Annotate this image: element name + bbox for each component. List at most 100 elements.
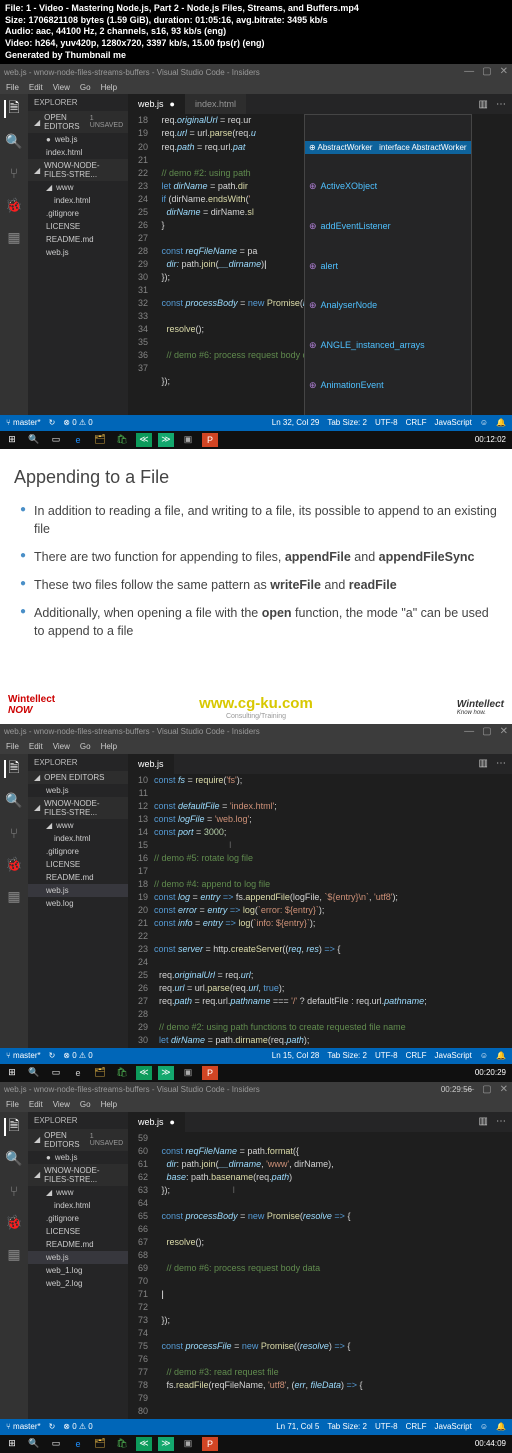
start-icon[interactable]: ⊞ — [4, 1066, 20, 1080]
search-icon[interactable]: 🔍 — [5, 792, 23, 810]
code-lines[interactable]: const fs = require('fs'); const defaultF… — [154, 774, 512, 1048]
status-enc[interactable]: UTF-8 — [375, 418, 398, 427]
menu-go[interactable]: Go — [80, 742, 91, 751]
sidebar-item-readme[interactable]: README.md — [28, 233, 128, 246]
edge-icon[interactable]: e — [70, 1437, 86, 1451]
code-editor[interactable]: 1819202122232425262728293031323334353637… — [128, 114, 512, 414]
menu-view[interactable]: View — [53, 83, 70, 92]
sidebar-item-webjs2[interactable]: web.js — [28, 884, 128, 897]
code-editor[interactable]: 5960616263646566676869707172737475767778… — [128, 1132, 512, 1419]
intellisense-popup[interactable]: ⊕ AbstractWorker interface AbstractWorke… — [304, 114, 472, 414]
taskview-icon[interactable]: ▭ — [48, 1066, 64, 1080]
status-errors[interactable]: ⊗ 0 ⚠ 0 — [63, 418, 92, 427]
vscode-taskbar-icon-2[interactable]: ≫ — [158, 1437, 174, 1451]
minimize-button[interactable]: — — [464, 66, 474, 77]
open-editors-section[interactable]: ◢ OPEN EDITORS 1 UNSAVED — [28, 1129, 128, 1151]
status-enc[interactable]: UTF-8 — [375, 1051, 398, 1060]
intellisense-item[interactable]: ⊕AnalyserNode — [305, 298, 471, 313]
status-ln[interactable]: Ln 71, Col 5 — [276, 1422, 319, 1431]
status-bell-icon[interactable]: 🔔 — [496, 1422, 506, 1431]
minimize-button[interactable]: — — [464, 726, 474, 737]
status-lang[interactable]: JavaScript — [435, 1051, 472, 1060]
sidebar-item-webjs2[interactable]: web.js — [28, 246, 128, 259]
start-icon[interactable]: ⊞ — [4, 1437, 20, 1451]
intellisense-item[interactable]: ⊕ANGLE_instanced_arrays — [305, 338, 471, 353]
project-section[interactable]: ◢ WNOW-NODE-FILES-STRE... — [28, 797, 128, 819]
intellisense-item[interactable]: ⊕AnimationEvent — [305, 378, 471, 393]
intellisense-item[interactable]: ⊕ActiveXObject — [305, 179, 471, 194]
terminal-icon[interactable]: ▣ — [180, 433, 196, 447]
vscode-taskbar-icon-2[interactable]: ≫ — [158, 433, 174, 447]
menu-edit[interactable]: Edit — [29, 742, 43, 751]
maximize-button[interactable]: ▢ — [482, 1084, 491, 1095]
vscode-taskbar-icon[interactable]: ≪ — [136, 433, 152, 447]
sidebar-item-license[interactable]: LICENSE — [28, 858, 128, 871]
status-tab[interactable]: Tab Size: 2 — [327, 1422, 367, 1431]
intellisense-item[interactable]: ⊕alert — [305, 259, 471, 274]
sidebar-item-indexhtml2[interactable]: index.html — [28, 194, 128, 207]
status-crlf[interactable]: CRLF — [406, 1422, 427, 1431]
sidebar-item-indexhtml[interactable]: index.html — [28, 832, 128, 845]
project-section[interactable]: ◢ WNOW-NODE-FILES-STRE... — [28, 159, 128, 181]
edge-icon[interactable]: e — [70, 433, 86, 447]
tab-indexhtml[interactable]: index.html — [185, 94, 246, 114]
status-feedback-icon[interactable]: ☺ — [480, 418, 488, 427]
status-sync-icon[interactable]: ↻ — [49, 1422, 56, 1431]
search-icon[interactable]: 🔍 — [5, 1150, 23, 1168]
split-editor-icon[interactable]: ▥ — [479, 1116, 488, 1127]
sidebar-item-www[interactable]: ◢ www — [28, 1186, 128, 1199]
debug-icon[interactable]: 🐞 — [5, 196, 23, 214]
menu-edit[interactable]: Edit — [29, 1100, 43, 1109]
explorer-taskbar-icon[interactable]: 🗂 — [92, 1066, 108, 1080]
sidebar-item-indexhtml[interactable]: index.html — [28, 1199, 128, 1212]
sidebar-item-gitignore[interactable]: .gitignore — [28, 1212, 128, 1225]
status-feedback-icon[interactable]: ☺ — [480, 1051, 488, 1060]
sidebar-item-indexhtml[interactable]: index.html — [28, 146, 128, 159]
close-button[interactable]: ✕ — [500, 66, 508, 77]
sidebar-item-gitignore[interactable]: .gitignore — [28, 207, 128, 220]
extensions-icon[interactable]: ▦ — [5, 228, 23, 246]
status-bell-icon[interactable]: 🔔 — [496, 418, 506, 427]
code-lines[interactable]: req.originalUrl = req.ur req.url = url.p… — [154, 114, 512, 414]
scm-icon[interactable]: ⑂ — [5, 1182, 23, 1200]
status-sync-icon[interactable]: ↻ — [49, 1051, 56, 1060]
explorer-icon[interactable]: 🗎 — [4, 100, 22, 118]
status-enc[interactable]: UTF-8 — [375, 1422, 398, 1431]
start-icon[interactable]: ⊞ — [4, 433, 20, 447]
status-lang[interactable]: JavaScript — [435, 418, 472, 427]
search-taskbar-icon[interactable]: 🔍 — [26, 1066, 42, 1080]
extensions-icon[interactable]: ▦ — [5, 888, 23, 906]
status-lang[interactable]: JavaScript — [435, 1422, 472, 1431]
menu-file[interactable]: File — [6, 742, 19, 751]
explorer-taskbar-icon[interactable]: 🗂 — [92, 433, 108, 447]
terminal-icon[interactable]: ▣ — [180, 1437, 196, 1451]
sidebar-item-readme[interactable]: README.md — [28, 1238, 128, 1251]
sidebar-item-www[interactable]: ◢ www — [28, 181, 128, 194]
vscode-taskbar-icon[interactable]: ≪ — [136, 1066, 152, 1080]
menu-view[interactable]: View — [53, 1100, 70, 1109]
sidebar-item-gitignore[interactable]: .gitignore — [28, 845, 128, 858]
more-icon[interactable]: ⋯ — [496, 1116, 506, 1127]
code-editor[interactable]: 1011121314151617181920212223242526272829… — [128, 774, 512, 1048]
menu-help[interactable]: Help — [101, 83, 117, 92]
open-editors-section[interactable]: ◢ OPEN EDITORS 1 UNSAVED — [28, 111, 128, 133]
scm-icon[interactable]: ⑂ — [5, 164, 23, 182]
vscode-taskbar-icon[interactable]: ≪ — [136, 1437, 152, 1451]
debug-icon[interactable]: 🐞 — [5, 1214, 23, 1232]
sidebar-item-webjs[interactable]: web.js — [28, 784, 128, 797]
status-ln[interactable]: Ln 32, Col 29 — [272, 418, 320, 427]
explorer-taskbar-icon[interactable]: 🗂 — [92, 1437, 108, 1451]
sidebar-item-webjs[interactable]: ● web.js — [28, 1151, 128, 1164]
taskview-icon[interactable]: ▭ — [48, 1437, 64, 1451]
status-sync-icon[interactable]: ↻ — [49, 418, 56, 427]
intellisense-item[interactable]: ⊕addEventListener — [305, 219, 471, 234]
search-taskbar-icon[interactable]: 🔍 — [26, 433, 42, 447]
tab-webjs[interactable]: web.js — [128, 754, 174, 774]
sidebar-item-weblog[interactable]: web.log — [28, 897, 128, 910]
explorer-icon[interactable]: 🗎 — [4, 1118, 22, 1136]
status-ln[interactable]: Ln 15, Col 28 — [272, 1051, 320, 1060]
menu-file[interactable]: File — [6, 83, 19, 92]
sidebar-item-www[interactable]: ◢ www — [28, 819, 128, 832]
search-icon[interactable]: 🔍 — [5, 132, 23, 150]
menu-edit[interactable]: Edit — [29, 83, 43, 92]
